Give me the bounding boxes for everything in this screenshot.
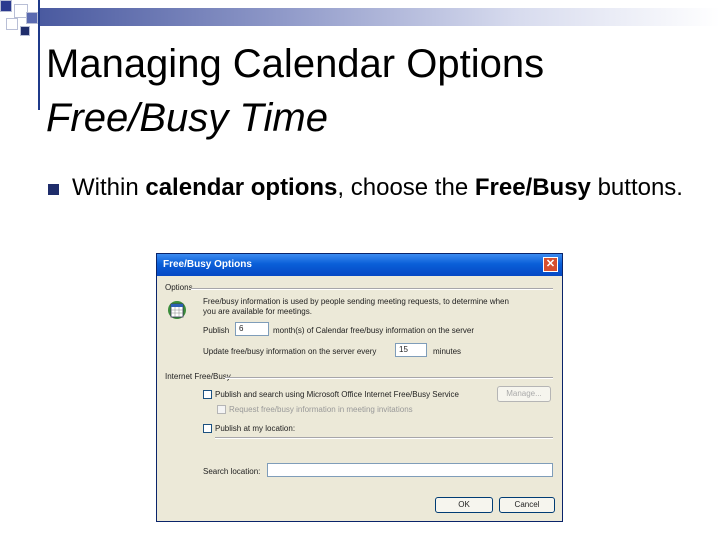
- search-location-label: Search location:: [203, 467, 261, 476]
- title-accent-line: [38, 0, 40, 110]
- ok-button[interactable]: OK: [435, 497, 493, 513]
- bullet-bold-calendar-options: calendar options: [145, 174, 338, 201]
- divider: [225, 377, 553, 379]
- dialog-title-bar: Free/Busy Options ✕: [157, 254, 562, 276]
- publish-location-input-line[interactable]: [215, 437, 553, 439]
- request-label: Request free/busy information in meeting…: [229, 405, 413, 414]
- publish-search-label: Publish and search using Microsoft Offic…: [215, 390, 459, 399]
- deco-square: [26, 12, 38, 24]
- calendar-icon: [168, 301, 186, 319]
- cancel-button[interactable]: Cancel: [499, 497, 555, 513]
- description-line-2: you are available for meetings.: [203, 307, 312, 316]
- publish-suffix: month(s) of Calendar free/busy informati…: [273, 326, 474, 335]
- deco-square: [0, 0, 12, 12]
- publish-search-checkbox[interactable]: [203, 390, 212, 399]
- divider: [191, 288, 553, 290]
- bullet-text-part: , choose the: [337, 174, 475, 201]
- slide-title: Managing Calendar Options: [46, 42, 545, 86]
- manage-button[interactable]: Manage...: [497, 386, 551, 402]
- deco-square: [20, 26, 30, 36]
- description-line-1: Free/busy information is used by people …: [203, 297, 509, 306]
- publish-location-label: Publish at my location:: [215, 424, 296, 433]
- internet-group-label: Internet Free/Busy: [165, 372, 231, 381]
- slide-subtitle: Free/Busy Time: [46, 96, 328, 140]
- deco-square: [6, 18, 18, 30]
- publish-months-field[interactable]: 6: [235, 322, 269, 336]
- bullet-text-part: buttons.: [590, 174, 683, 201]
- header-gradient-band: [40, 8, 720, 26]
- bullet-text: Within calendar options, choose the Free…: [72, 172, 692, 204]
- update-label: Update free/busy information on the serv…: [203, 347, 377, 356]
- close-icon[interactable]: ✕: [543, 257, 558, 272]
- bullet-text-part: Within: [72, 174, 146, 201]
- dialog-title: Free/Busy Options: [163, 259, 252, 270]
- update-minutes-field[interactable]: 15: [395, 343, 427, 357]
- search-location-field[interactable]: [267, 463, 553, 477]
- bullet-bold-free-busy: Free/Busy: [474, 174, 591, 201]
- update-suffix: minutes: [433, 347, 462, 356]
- free-busy-options-dialog: Free/Busy Options ✕ Options Free/busy in…: [156, 253, 563, 522]
- decorative-header: [0, 0, 720, 40]
- publish-location-checkbox[interactable]: [203, 424, 212, 433]
- bullet-marker: [48, 184, 59, 195]
- options-group-label: Options: [165, 283, 193, 292]
- request-checkbox[interactable]: [217, 405, 226, 414]
- publish-label: Publish: [203, 326, 230, 335]
